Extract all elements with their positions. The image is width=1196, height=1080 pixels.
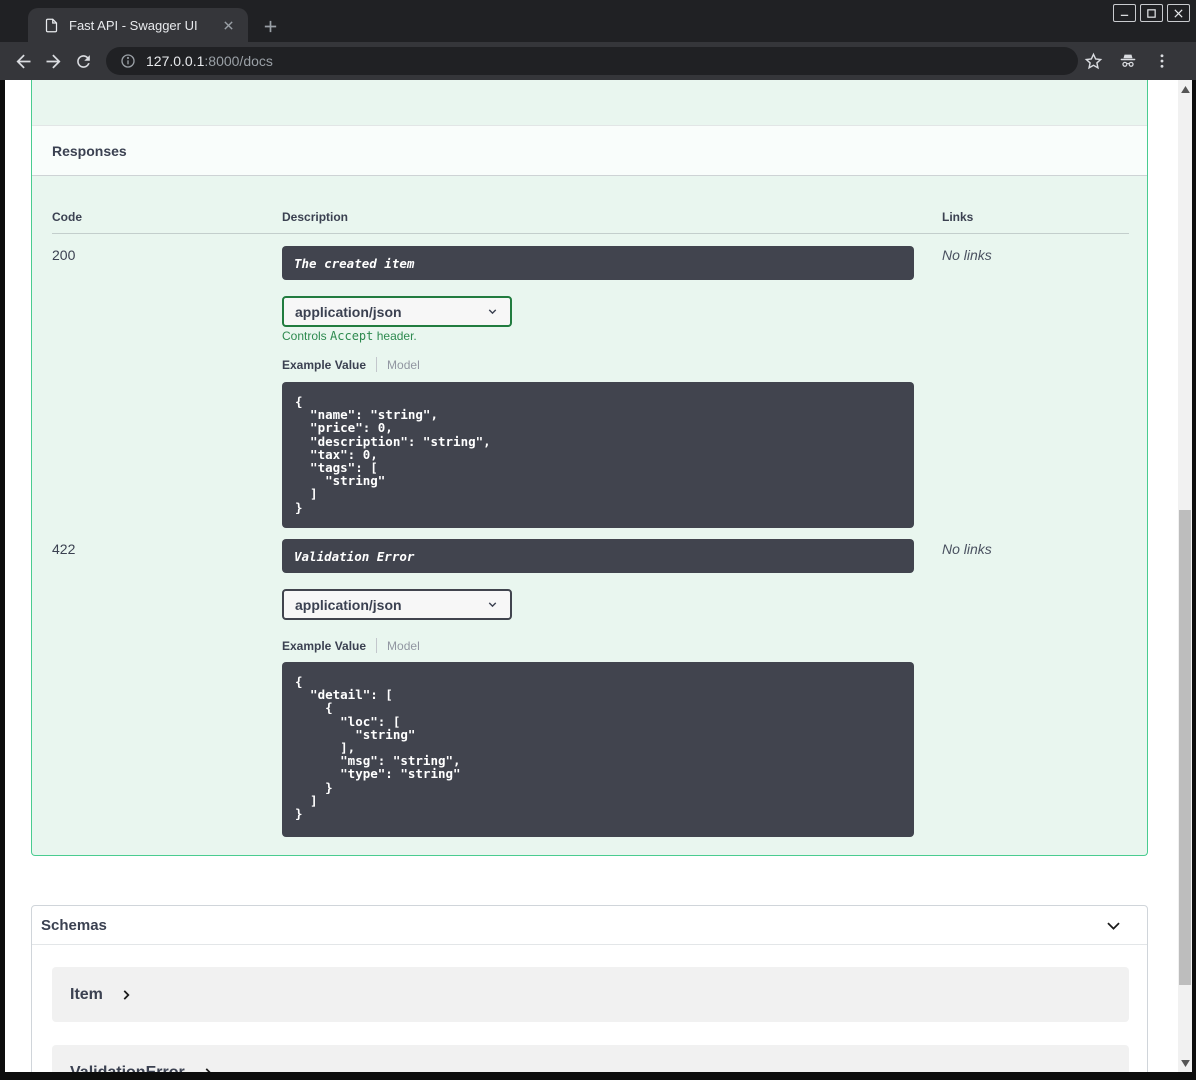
close-button[interactable] — [1167, 4, 1190, 22]
tab-separator — [376, 357, 378, 372]
url-host: 127.0.0.1 — [146, 53, 205, 69]
schemas-heading: Schemas — [41, 916, 107, 934]
window-controls — [1113, 4, 1190, 22]
response-links-422: No links — [942, 541, 992, 557]
response-code-422: 422 — [52, 541, 76, 557]
tab-model[interactable]: Model — [387, 358, 420, 372]
forward-button[interactable] — [38, 46, 68, 76]
chevron-down-icon — [488, 309, 497, 315]
scroll-up-icon[interactable] — [1178, 82, 1192, 96]
response-description-200: The created item — [282, 246, 914, 280]
reload-icon — [76, 54, 90, 68]
tab-bar: Fast API - Swagger UI — [0, 0, 1196, 42]
tab-example-value[interactable]: Example Value — [282, 639, 366, 653]
chevron-right-icon — [123, 989, 130, 1000]
toolbar-actions — [1084, 50, 1171, 72]
back-icon — [16, 54, 30, 68]
tab-example-value[interactable]: Example Value — [282, 358, 366, 372]
schema-item-row[interactable]: Item — [52, 967, 1129, 1022]
response-description-422: Validation Error — [282, 539, 914, 573]
browser-toolbar: 127.0.0.1:8000/docs — [0, 42, 1196, 80]
forward-icon — [46, 54, 60, 68]
media-type-select-422[interactable]: application/json — [282, 589, 512, 620]
tab-close-icon[interactable] — [218, 15, 238, 35]
example-json-200: { "name": "string", "price": 0, "descrip… — [282, 382, 914, 528]
browser-window: Fast API - Swagger UI 127.0.0.1:8000/doc… — [0, 0, 1196, 1080]
site-info-icon[interactable] — [120, 53, 136, 69]
url-path: :8000/docs — [204, 53, 273, 69]
menu-dots-icon[interactable] — [1153, 52, 1171, 70]
schemas-header[interactable]: Schemas — [32, 906, 1147, 945]
example-model-tabs-422: Example Value Model — [282, 638, 420, 653]
example-json-422: { "detail": [ { "loc": [ "string" ], "ms… — [282, 662, 914, 837]
maximize-icon — [1147, 8, 1156, 18]
chevron-right-icon — [205, 1067, 211, 1072]
responses-heading: Responses — [52, 142, 127, 159]
minimize-button[interactable] — [1113, 4, 1136, 22]
reload-button[interactable] — [68, 46, 98, 76]
schemas-section: Schemas Item ValidationError — [31, 905, 1148, 1072]
address-bar[interactable]: 127.0.0.1:8000/docs — [106, 47, 1078, 75]
schema-name: ValidationError — [70, 1063, 185, 1073]
schema-name: Item — [70, 985, 103, 1003]
schema-validationerror-row[interactable]: ValidationError — [52, 1045, 1129, 1072]
chevron-down-icon[interactable] — [1104, 916, 1123, 935]
back-button[interactable] — [8, 46, 38, 76]
new-tab-button[interactable] — [258, 14, 282, 38]
scroll-down-icon[interactable] — [1178, 1056, 1192, 1070]
tab-title: Fast API - Swagger UI — [69, 17, 198, 33]
url-text: 127.0.0.1:8000/docs — [146, 53, 273, 69]
column-header-code: Code — [52, 210, 82, 224]
maximize-button[interactable] — [1140, 4, 1163, 22]
page-icon — [44, 18, 59, 33]
incognito-icon[interactable] — [1117, 50, 1139, 72]
responses-section: Responses Code Description Links 200 No … — [31, 80, 1148, 856]
plus-icon — [264, 20, 276, 32]
response-code-200: 200 — [52, 247, 76, 263]
minimize-icon — [1120, 14, 1129, 16]
page-content: Responses Code Description Links 200 No … — [5, 80, 1192, 1072]
table-divider — [52, 233, 1129, 234]
column-header-links: Links — [942, 210, 974, 224]
response-links-200: No links — [942, 247, 992, 263]
tab-model[interactable]: Model — [387, 639, 420, 653]
chevron-down-icon — [488, 602, 497, 608]
tab-separator — [376, 638, 378, 653]
column-header-description: Description — [282, 210, 349, 224]
close-icon — [1174, 8, 1183, 18]
media-type-select-200[interactable]: application/json — [282, 296, 512, 327]
example-model-tabs-200: Example Value Model — [282, 357, 420, 372]
browser-tab[interactable]: Fast API - Swagger UI — [28, 8, 248, 42]
bookmark-star-icon[interactable] — [1084, 52, 1103, 71]
scrollbar-thumb[interactable] — [1179, 510, 1191, 985]
responses-header: Responses — [32, 125, 1147, 176]
accept-header-hint: Controls Accept header. — [282, 329, 417, 343]
vertical-scrollbar[interactable] — [1178, 80, 1192, 1072]
